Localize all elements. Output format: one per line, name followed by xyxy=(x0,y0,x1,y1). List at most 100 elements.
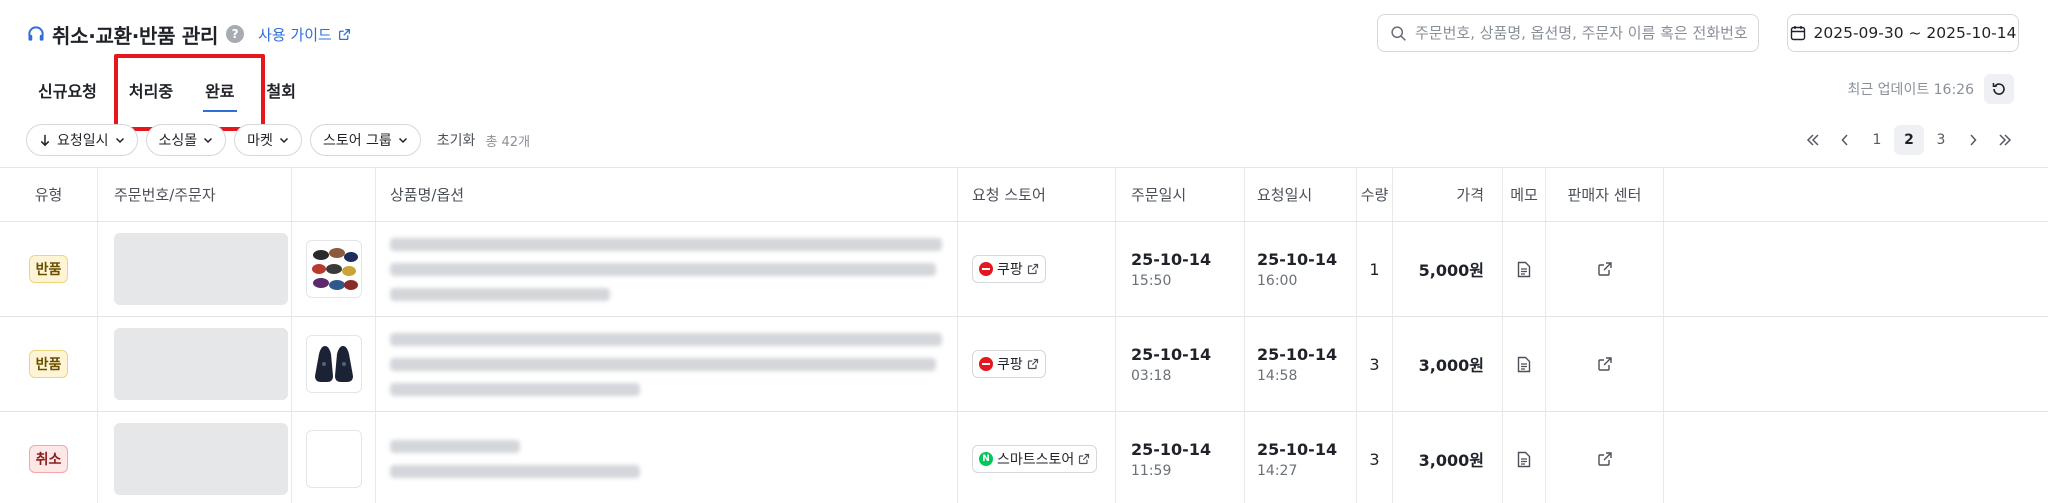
col-type-header: 유형 xyxy=(0,168,98,221)
calendar-icon xyxy=(1790,26,1805,41)
first-page-button[interactable] xyxy=(1798,125,1828,155)
order-date-cell: 25-10-14 03:18 xyxy=(1116,317,1245,411)
product-thumbnail[interactable] xyxy=(305,240,362,298)
external-link-icon xyxy=(1027,263,1038,275)
store-cell: N 스마트스토어 xyxy=(958,412,1116,503)
reset-filters-button[interactable]: 초기화 xyxy=(437,130,476,150)
filter-label: 마켓 xyxy=(247,133,273,149)
order-time: 15:50 xyxy=(1131,272,1172,289)
page-3-button[interactable]: 3 xyxy=(1926,125,1956,155)
order-date-cell: 25-10-14 11:59 xyxy=(1116,412,1245,503)
table-row[interactable]: 취소 N 스마트스토어 25-10-14 11:59 25-10-14 14:27 … xyxy=(0,412,2048,503)
refresh-button[interactable] xyxy=(1984,74,2014,104)
coupang-icon xyxy=(979,262,993,276)
seller-center-link[interactable] xyxy=(1597,261,1613,277)
request-date-cell: 25-10-14 14:58 xyxy=(1245,317,1357,411)
tab-withdrawn[interactable]: 철회 xyxy=(251,66,312,114)
market-filter[interactable]: 마켓 xyxy=(234,124,302,156)
qty-cell: 3 xyxy=(1357,412,1393,503)
order-date: 25-10-14 xyxy=(1131,439,1212,459)
last-page-button[interactable] xyxy=(1990,125,2020,155)
table-row[interactable]: 반품 쿠팡 25-10-14 03:18 25-10-14 14:58 3 3,… xyxy=(0,317,2048,412)
last-update-text: 최근 업데이트 16:26 xyxy=(1847,82,1974,98)
tab-completed[interactable]: 완료 xyxy=(189,66,250,114)
chevron-right-icon xyxy=(1970,134,1977,146)
order-info-redacted xyxy=(114,423,288,495)
external-link-icon xyxy=(1597,452,1612,466)
memo-button[interactable] xyxy=(1517,451,1531,468)
tab-new-request[interactable]: 신규요청 xyxy=(24,66,113,114)
arrow-down-icon xyxy=(40,134,50,146)
sort-request-date-chip[interactable]: 요청일시 xyxy=(26,124,138,156)
sourcing-mall-filter[interactable]: 소싱몰 xyxy=(145,124,227,156)
date-range-button[interactable]: 2025-09-30 ~ 2025-10-14 xyxy=(1787,14,2019,52)
price: 3,000원 xyxy=(1418,356,1484,375)
product-image xyxy=(311,248,358,290)
price: 3,000원 xyxy=(1418,451,1484,470)
request-date-cell: 25-10-14 14:27 xyxy=(1245,412,1357,503)
image-cell xyxy=(292,222,376,316)
price-cell: 3,000원 xyxy=(1393,412,1503,503)
seller-center-link[interactable] xyxy=(1597,356,1613,372)
type-cell: 반품 xyxy=(0,222,98,316)
price-cell: 5,000원 xyxy=(1393,222,1503,316)
user-guide-link[interactable]: 사용 가이드 xyxy=(258,24,351,45)
pagination: 1 2 3 xyxy=(1796,124,2020,156)
store-name: 쿠팡 xyxy=(997,357,1023,373)
seller-center-link[interactable] xyxy=(1597,451,1613,467)
search-icon xyxy=(1391,25,1406,41)
table-row[interactable]: 반품 쿠팡 25-10-14 15:50 25-10-14 16:00 1 5,… xyxy=(0,222,2048,317)
product-cell xyxy=(376,412,958,503)
order-time: 03:18 xyxy=(1131,367,1172,384)
product-info-redacted xyxy=(390,434,640,484)
prev-page-button[interactable] xyxy=(1830,125,1860,155)
col-order-header: 주문번호/주문자 xyxy=(98,168,292,221)
page-1-button[interactable]: 1 xyxy=(1862,125,1892,155)
order-time: 11:59 xyxy=(1131,462,1172,479)
search-input[interactable] xyxy=(1415,24,1755,42)
image-cell xyxy=(292,317,376,411)
status-tabs: 신규요청 처리중 완료 철회 xyxy=(24,66,312,114)
request-date: 25-10-14 xyxy=(1257,249,1338,269)
col-request-date-header: 요청일시 xyxy=(1245,168,1357,221)
store-name: 스마트스토어 xyxy=(997,452,1075,468)
store-group-filter[interactable]: 스토어 그룹 xyxy=(309,124,421,156)
quantity: 1 xyxy=(1369,259,1380,279)
page-2-button[interactable]: 2 xyxy=(1894,125,1924,155)
document-icon xyxy=(1517,451,1531,467)
order-info-redacted xyxy=(114,328,288,400)
order-info-redacted xyxy=(114,233,288,305)
quantity: 3 xyxy=(1369,354,1380,374)
col-seller-center-header: 판매자 센터 xyxy=(1546,168,1664,221)
search-box[interactable] xyxy=(1377,14,1759,52)
update-area: 최근 업데이트 16:26 xyxy=(1847,74,2014,104)
store-tag-link[interactable]: 쿠팡 xyxy=(972,350,1046,378)
page-header: 취소·교환·반품 관리 ? 사용 가이드 2025-09-30 ~ 2025-1… xyxy=(0,0,2048,66)
store-name: 쿠팡 xyxy=(997,262,1023,278)
tab-processing[interactable]: 처리중 xyxy=(113,66,189,114)
external-link-icon xyxy=(1079,453,1090,465)
store-tag-link[interactable]: 쿠팡 xyxy=(972,255,1046,283)
product-info-redacted xyxy=(390,232,942,307)
store-tag-link[interactable]: N 스마트스토어 xyxy=(972,445,1098,473)
next-page-button[interactable] xyxy=(1958,125,1988,155)
type-badge: 반품 xyxy=(28,255,69,283)
document-icon xyxy=(1517,261,1531,277)
memo-button[interactable] xyxy=(1517,261,1531,278)
memo-cell xyxy=(1503,412,1546,503)
request-date-cell: 25-10-14 16:00 xyxy=(1245,222,1357,316)
headphones-icon xyxy=(28,26,44,41)
order-date: 25-10-14 xyxy=(1131,344,1212,364)
product-thumbnail[interactable] xyxy=(305,335,362,393)
help-icon[interactable]: ? xyxy=(226,25,245,43)
qty-cell: 1 xyxy=(1357,222,1393,316)
order-cell xyxy=(98,222,292,316)
request-time: 16:00 xyxy=(1257,272,1298,289)
chevron-down-icon xyxy=(204,137,213,144)
product-thumbnail[interactable] xyxy=(305,430,362,488)
memo-button[interactable] xyxy=(1517,356,1531,373)
chevron-down-icon xyxy=(115,137,124,144)
product-info-redacted xyxy=(390,327,942,402)
store-cell: 쿠팡 xyxy=(958,317,1116,411)
request-date: 25-10-14 xyxy=(1257,439,1338,459)
